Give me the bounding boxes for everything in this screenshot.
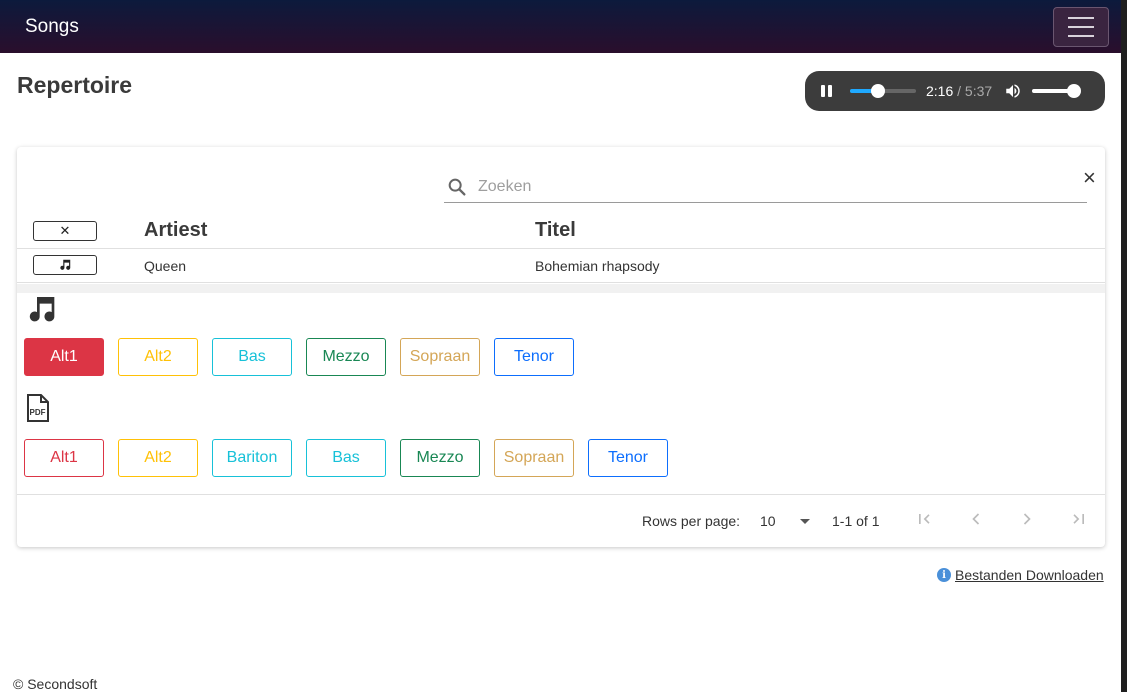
search-field bbox=[444, 171, 1087, 203]
expand-row-button[interactable] bbox=[33, 255, 97, 275]
expanded-row-details: Alt1 Alt2 Bas Mezzo Sopraan Tenor PDF Alt1 Alt… bbox=[17, 284, 1105, 495]
next-page-icon[interactable] bbox=[1017, 509, 1037, 529]
hamburger-icon bbox=[1068, 16, 1094, 19]
clear-search-button[interactable]: × bbox=[1083, 167, 1096, 189]
brand[interactable]: Songs bbox=[25, 16, 79, 38]
audio-parts-list: Alt1 Alt2 Bas Mezzo Sopraan Tenor bbox=[24, 338, 574, 376]
menu-toggle-button[interactable] bbox=[1053, 6, 1109, 47]
last-page-icon[interactable] bbox=[1069, 509, 1089, 529]
music-notes-icon bbox=[29, 297, 55, 322]
info-icon: i bbox=[937, 568, 951, 582]
audio-part-sopraan-button[interactable]: Sopraan bbox=[400, 338, 480, 376]
page-range: 1-1 of 1 bbox=[832, 513, 880, 529]
cell-artist: Queen bbox=[144, 258, 187, 274]
search-input[interactable] bbox=[478, 177, 1038, 196]
pdf-part-bariton-button[interactable]: Bariton bbox=[212, 439, 292, 477]
first-page-icon[interactable] bbox=[914, 509, 934, 529]
pdf-parts-list: Alt1 Alt2 Bariton Bas Mezzo Sopraan Tenor bbox=[24, 439, 668, 477]
rows-per-page-label: Rows per page: bbox=[642, 513, 741, 529]
time-display: 2:16 / 5:37 bbox=[926, 83, 993, 99]
audio-player: 2:16 / 5:37 bbox=[805, 71, 1105, 111]
search-icon bbox=[448, 178, 466, 196]
pause-button[interactable] bbox=[821, 85, 832, 97]
audio-part-bas-button[interactable]: Bas bbox=[212, 338, 292, 376]
collapse-all-button[interactable]: ✕ bbox=[33, 221, 97, 241]
seek-handle[interactable] bbox=[870, 84, 885, 98]
audio-part-alt2-button[interactable]: Alt2 bbox=[118, 338, 198, 376]
current-time: 2:16 bbox=[926, 83, 954, 99]
navbar: Songs bbox=[0, 0, 1121, 53]
pause-icon bbox=[821, 85, 825, 97]
svg-text:PDF: PDF bbox=[30, 408, 46, 417]
table-header: ✕ Artiest Titel bbox=[17, 217, 1105, 249]
download-files-link[interactable]: i Bestanden Downloaden bbox=[937, 567, 1104, 583]
audio-part-alt1-button[interactable]: Alt1 bbox=[24, 338, 104, 376]
pdf-part-alt1-button[interactable]: Alt1 bbox=[24, 439, 104, 477]
column-header-title[interactable]: Titel bbox=[535, 219, 576, 242]
pdf-part-sopraan-button[interactable]: Sopraan bbox=[494, 439, 574, 477]
pdf-file-icon: PDF bbox=[27, 394, 49, 422]
pdf-part-bas-button[interactable]: Bas bbox=[306, 439, 386, 477]
footer: © Secondsoft bbox=[13, 676, 98, 692]
music-note-icon bbox=[60, 259, 71, 270]
seek-slider[interactable] bbox=[850, 84, 916, 98]
page-title: Repertoire bbox=[17, 72, 133, 98]
rows-per-page-value: 10 bbox=[760, 513, 776, 529]
dropdown-caret-icon bbox=[799, 518, 810, 524]
audio-part-tenor-button[interactable]: Tenor bbox=[494, 338, 574, 376]
pdf-part-tenor-button[interactable]: Tenor bbox=[588, 439, 668, 477]
rows-per-page-select[interactable]: 10 bbox=[760, 513, 810, 529]
previous-page-icon[interactable] bbox=[966, 509, 986, 529]
download-files-label[interactable]: Bestanden Downloaden bbox=[955, 567, 1104, 583]
repertoire-card: × ✕ Artiest Titel Queen Bohemian rhapsod… bbox=[17, 147, 1105, 547]
column-header-artist[interactable]: Artiest bbox=[144, 219, 207, 242]
audio-part-mezzo-button[interactable]: Mezzo bbox=[306, 338, 386, 376]
pdf-part-alt2-button[interactable]: Alt2 bbox=[118, 439, 198, 477]
pdf-part-mezzo-button[interactable]: Mezzo bbox=[400, 439, 480, 477]
pagination: Rows per page: 10 1-1 of 1 bbox=[17, 495, 1105, 547]
volume-slider[interactable] bbox=[1032, 84, 1081, 98]
total-time: 5:37 bbox=[964, 83, 993, 99]
volume-handle[interactable] bbox=[1066, 84, 1081, 98]
cell-title: Bohemian rhapsody bbox=[535, 258, 660, 274]
volume-icon[interactable] bbox=[1004, 82, 1022, 100]
table-row[interactable]: Queen Bohemian rhapsody bbox=[17, 249, 1105, 283]
